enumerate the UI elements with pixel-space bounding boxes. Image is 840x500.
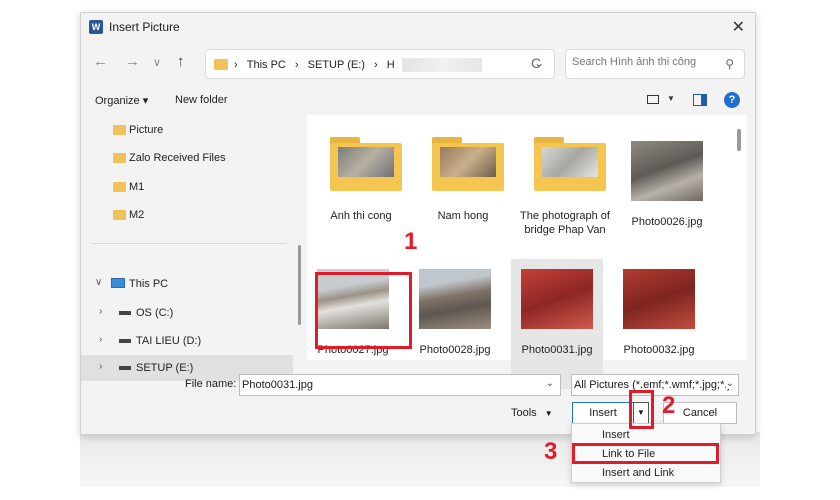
triangle-down-icon: ▼ — [544, 409, 553, 418]
folder-tile[interactable]: Nam hong — [417, 115, 509, 245]
tools-menu-button[interactable]: Tools ▼ — [511, 407, 553, 419]
address-bar[interactable]: › This PC › SETUP (E:) › H ⌄ — [205, 49, 555, 79]
file-name-value: Photo0031.jpg — [242, 379, 313, 391]
photo-thumbnail — [623, 269, 695, 329]
highlight-box-step-2 — [629, 390, 654, 429]
sidebar-item-m1[interactable]: M1 — [81, 174, 293, 200]
tools-label: Tools — [511, 407, 537, 419]
folder-name: Nam hong — [437, 210, 489, 222]
photo-thumbnail — [419, 269, 491, 329]
folder-tile[interactable]: The photograph of bridge Phap Van — [519, 115, 611, 245]
folder-icon — [330, 137, 402, 191]
sidebar-item-this-pc[interactable]: ∨ This PC — [81, 271, 293, 297]
folder-icon — [113, 210, 126, 220]
drive-icon — [119, 339, 131, 343]
search-input[interactable] — [572, 56, 712, 68]
crumb-separator: › — [373, 58, 378, 71]
photo-name: Photo0026.jpg — [631, 216, 703, 228]
navigation-pane: Picture Zalo Received Files M1 M2 ∨ This… — [81, 115, 301, 381]
step-number-3: 3 — [544, 438, 558, 465]
folder-icon — [113, 182, 126, 192]
chevron-down-icon[interactable]: ∨ — [95, 277, 102, 288]
folder-icon — [113, 125, 126, 135]
crumb-current-folder[interactable]: H — [387, 59, 395, 71]
sidebar-item-label: M2 — [129, 209, 145, 221]
sidebar-item-label: OS (C:) — [136, 307, 174, 319]
sidebar-item-label: Picture — [129, 124, 164, 136]
highlight-box-step-1 — [315, 272, 412, 349]
sidebar-item-zalo[interactable]: Zalo Received Files — [81, 145, 293, 171]
page-gutter — [762, 30, 840, 490]
search-icon: ⚲ — [725, 57, 734, 71]
title-bar: W Insert Picture ✕ — [81, 13, 755, 41]
sidebar-item-m2[interactable]: M2 — [81, 202, 293, 228]
sidebar-item-os-drive[interactable]: › OS (C:) — [81, 300, 293, 326]
new-folder-button[interactable]: New folder — [175, 94, 228, 106]
recent-locations-icon[interactable]: ∨ — [153, 56, 161, 69]
breadcrumb: › This PC › SETUP (E:) › H — [234, 58, 482, 72]
insert-picture-dialog: W Insert Picture ✕ ← → ∨ ↑ › This PC › S… — [80, 12, 756, 435]
sidebar-item-picture[interactable]: Picture — [81, 117, 293, 143]
blurred-path — [401, 58, 482, 72]
crumb-this-pc[interactable]: This PC — [247, 59, 286, 71]
command-bar: Organize ▾ New folder ▼ ? — [81, 89, 755, 113]
organize-menu-button[interactable]: Organize ▾ — [95, 94, 148, 107]
photo-thumbnail — [631, 141, 703, 201]
chevron-down-icon[interactable]: ⌄ — [546, 378, 554, 389]
drive-icon — [119, 311, 131, 315]
sidebar-scrollbar[interactable] — [298, 245, 301, 325]
sidebar-divider — [91, 243, 287, 244]
photo-thumbnail — [521, 269, 593, 329]
photo-name: Photo0028.jpg — [419, 344, 491, 356]
menu-item-insert-and-link[interactable]: Insert and Link — [572, 464, 720, 483]
photo-name: Photo0031.jpg — [521, 344, 593, 356]
file-name-label: File name: — [185, 378, 237, 390]
up-arrow-icon[interactable]: ↑ — [177, 53, 185, 70]
chevron-down-icon[interactable]: ⌄ — [725, 378, 734, 389]
computer-icon — [111, 278, 125, 288]
step-number-2: 2 — [662, 392, 676, 419]
search-box[interactable]: ⚲ — [565, 49, 745, 79]
folder-icon — [432, 137, 504, 191]
content-scrollbar[interactable] — [737, 129, 741, 151]
crumb-setup-drive[interactable]: SETUP (E:) — [308, 59, 365, 71]
close-icon[interactable]: ✕ — [732, 17, 745, 37]
step-number-1: 1 — [404, 228, 418, 255]
file-type-select[interactable]: All Pictures (*.emf;*.wmf;*.jpg;*.j ⌄ — [571, 374, 739, 396]
back-arrow-icon[interactable]: ← — [93, 53, 108, 70]
chevron-right-icon[interactable]: › — [99, 306, 102, 317]
navigation-bar: ← → ∨ ↑ › This PC › SETUP (E:) › H ⌄ C ⚲ — [81, 41, 755, 83]
sidebar-item-label: M1 — [129, 181, 145, 193]
folder-icon — [113, 153, 126, 163]
folder-tile[interactable]: Anh thi cong — [315, 115, 407, 245]
dialog-title: Insert Picture — [109, 20, 180, 34]
folder-icon — [534, 137, 606, 191]
highlight-box-step-3 — [572, 443, 719, 464]
view-options-chevron-icon[interactable]: ▼ — [667, 94, 675, 103]
sidebar-item-tai-lieu-drive[interactable]: › TAI LIEU (D:) — [81, 328, 293, 354]
view-mode-icon[interactable] — [647, 95, 659, 104]
folder-name: The photograph of bridge Phap Van — [520, 210, 610, 236]
crumb-separator: › — [234, 58, 238, 71]
preview-pane-icon[interactable] — [693, 94, 707, 106]
folder-icon — [214, 59, 228, 70]
word-app-icon: W — [89, 20, 103, 34]
photo-name: Photo0032.jpg — [623, 344, 695, 356]
photo-tile[interactable]: Photo0026.jpg — [621, 131, 713, 261]
crumb-separator: › — [294, 58, 299, 71]
forward-arrow-icon[interactable]: → — [125, 53, 140, 70]
file-name-input[interactable]: Photo0031.jpg ⌄ — [239, 374, 561, 396]
insert-button[interactable]: Insert — [572, 402, 634, 424]
sidebar-item-label: Zalo Received Files — [129, 152, 226, 164]
chevron-right-icon[interactable]: › — [99, 334, 102, 345]
sidebar-item-label: This PC — [129, 278, 169, 290]
refresh-icon[interactable]: C — [531, 55, 541, 71]
help-icon[interactable]: ? — [724, 92, 740, 108]
sidebar-item-label: TAI LIEU (D:) — [136, 335, 202, 347]
folder-name: Anh thi cong — [330, 210, 392, 222]
